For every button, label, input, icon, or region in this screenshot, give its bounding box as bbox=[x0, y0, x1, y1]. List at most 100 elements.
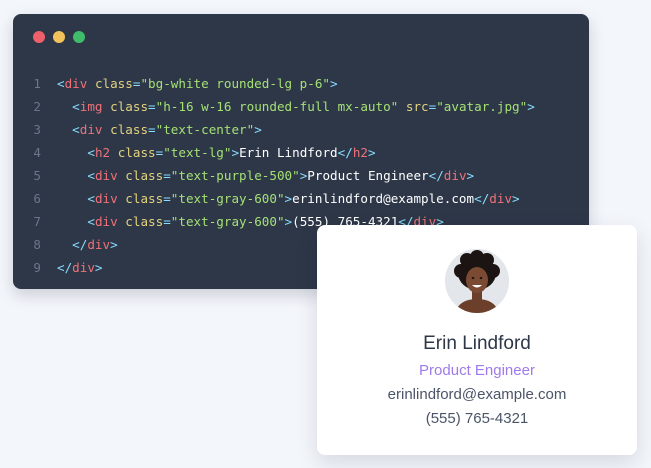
code-token: class bbox=[125, 168, 164, 183]
code-token: < bbox=[72, 122, 80, 137]
code-token: > bbox=[466, 168, 475, 183]
code-line: 4 <h2 class="text-lg">Erin Lindford</h2> bbox=[13, 141, 589, 164]
code-token: < bbox=[87, 191, 95, 206]
person-avatar-icon bbox=[445, 249, 509, 313]
code-token: "text-gray-600" bbox=[170, 214, 285, 229]
code-token: div bbox=[72, 260, 95, 275]
code-token: > bbox=[254, 122, 262, 137]
code-token: class bbox=[110, 122, 149, 137]
code-token: < bbox=[72, 99, 80, 114]
profile-card: Erin Lindford Product Engineer erinlindf… bbox=[317, 225, 637, 455]
code-token: </ bbox=[474, 191, 490, 206]
maximize-dot-icon[interactable] bbox=[73, 31, 85, 43]
profile-name: Erin Lindford bbox=[423, 333, 531, 354]
code-token: div bbox=[94, 168, 118, 183]
code-token: < bbox=[87, 168, 95, 183]
code-token: = bbox=[148, 99, 156, 114]
profile-role: Product Engineer bbox=[419, 362, 535, 379]
code-token: div bbox=[79, 122, 103, 137]
code-token: = bbox=[163, 191, 171, 206]
line-number: 3 bbox=[33, 122, 41, 137]
code-token: class bbox=[94, 76, 133, 91]
code-token: > bbox=[367, 145, 376, 160]
code-text: </div> bbox=[57, 256, 103, 279]
close-dot-icon[interactable] bbox=[33, 31, 45, 43]
line-number: 1 bbox=[33, 76, 41, 91]
code-token: = bbox=[163, 214, 171, 229]
code-token: > bbox=[231, 145, 240, 160]
code-token: "text-gray-600" bbox=[170, 191, 285, 206]
code-token: </ bbox=[57, 260, 73, 275]
profile-phone: (555) 765-4321 bbox=[425, 410, 529, 427]
code-text: <h2 class="text-lg">Erin Lindford</h2> bbox=[57, 141, 376, 164]
line-number: 2 bbox=[33, 99, 41, 114]
code-token: class bbox=[117, 145, 156, 160]
code-token: > bbox=[94, 260, 103, 275]
avatar bbox=[445, 249, 509, 313]
code-token: > bbox=[527, 99, 535, 114]
code-token: "text-center" bbox=[155, 122, 255, 137]
code-token: "h-16 w-16 rounded-full mx-auto" bbox=[155, 99, 399, 114]
code-token: img bbox=[79, 99, 103, 114]
code-token: div bbox=[489, 191, 513, 206]
line-number: 4 bbox=[33, 145, 41, 160]
code-token: Product Engineer bbox=[307, 168, 429, 183]
line-number: 9 bbox=[33, 260, 41, 275]
code-text: <div class="bg-white rounded-lg p-6"> bbox=[57, 72, 338, 95]
code-token: class bbox=[125, 191, 164, 206]
minimize-dot-icon[interactable] bbox=[53, 31, 65, 43]
line-number: 6 bbox=[33, 191, 41, 206]
code-token: < bbox=[57, 76, 65, 91]
code-token: > bbox=[284, 191, 293, 206]
line-number: 7 bbox=[33, 214, 41, 229]
code-token: > bbox=[512, 191, 520, 206]
code-text: <div class="text-center"> bbox=[57, 118, 262, 141]
code-token: div bbox=[64, 76, 88, 91]
code-token: src bbox=[405, 99, 429, 114]
code-text: <div class="text-gray-600">erinlindford@… bbox=[57, 187, 520, 210]
code-token: > bbox=[330, 76, 338, 91]
stage: 1 <div class="bg-white rounded-lg p-6"> 2 … bbox=[0, 0, 651, 468]
code-token: </ bbox=[72, 237, 88, 252]
code-token: "text-lg" bbox=[163, 145, 232, 160]
code-token: erinlindford@example.com bbox=[292, 191, 475, 206]
code-token: < bbox=[87, 145, 95, 160]
code-token: h2 bbox=[352, 145, 368, 160]
code-line: 2 <img class="h-16 w-16 rounded-full mx-… bbox=[13, 95, 589, 118]
line-number: 8 bbox=[33, 237, 41, 252]
code-token: </ bbox=[428, 168, 444, 183]
code-token: div bbox=[94, 191, 118, 206]
code-token: < bbox=[87, 214, 95, 229]
code-token: = bbox=[163, 168, 171, 183]
code-token: h2 bbox=[94, 145, 111, 160]
code-text: <img class="h-16 w-16 rounded-full mx-au… bbox=[57, 95, 535, 118]
code-line: 5 <div class="text-purple-500">Product E… bbox=[13, 164, 589, 187]
code-text: <div class="text-purple-500">Product Eng… bbox=[57, 164, 474, 187]
code-token: "avatar.jpg" bbox=[436, 99, 528, 114]
code-line: 6 <div class="text-gray-600">erinlindfor… bbox=[13, 187, 589, 210]
line-number: 5 bbox=[33, 168, 41, 183]
code-line: 3 <div class="text-center"> bbox=[13, 118, 589, 141]
code-token: div bbox=[94, 214, 118, 229]
code-token: </ bbox=[337, 145, 353, 160]
code-text: </div> bbox=[57, 233, 118, 256]
code-token: div bbox=[87, 237, 111, 252]
code-token: Erin Lindford bbox=[239, 145, 338, 160]
code-token: div bbox=[443, 168, 467, 183]
code-token: "bg-white rounded-lg p-6" bbox=[140, 76, 331, 91]
code-token: class bbox=[110, 99, 149, 114]
code-line: 1 <div class="bg-white rounded-lg p-6"> bbox=[13, 72, 589, 95]
code-token: > bbox=[284, 214, 293, 229]
